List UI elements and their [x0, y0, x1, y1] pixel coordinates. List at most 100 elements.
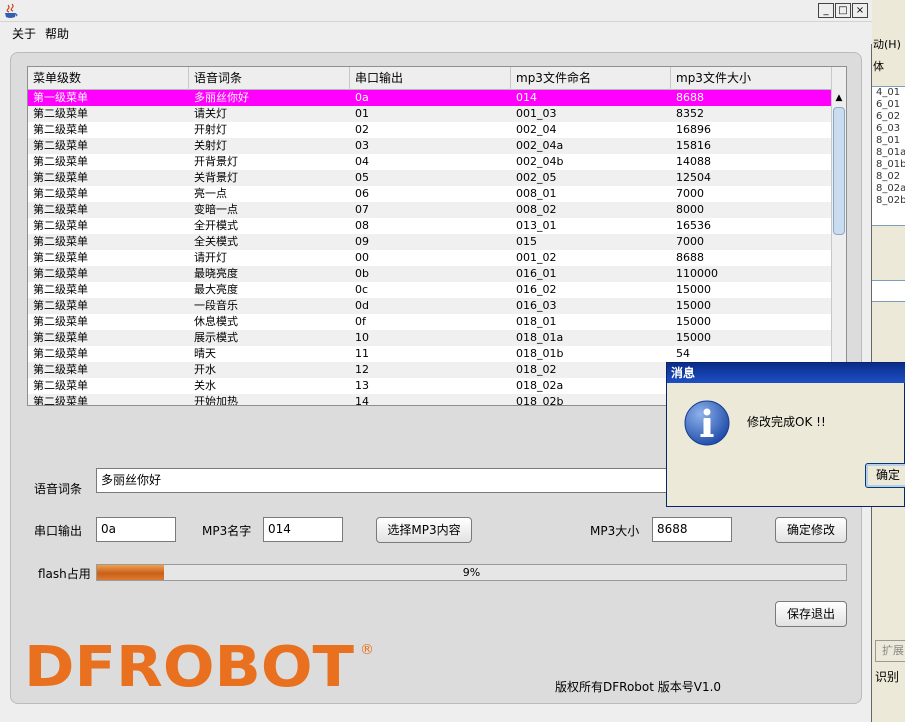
table-row[interactable]: 第二级菜单 开射灯 02 002_04 16896	[28, 122, 832, 138]
confirm-modify-button[interactable]: 确定修改	[775, 517, 847, 543]
table-cell: 8688	[676, 91, 704, 104]
table-cell: 休息模式	[194, 315, 238, 328]
table-cell: 16896	[676, 123, 711, 136]
table-row[interactable]: 第二级菜单 全关模式 09 015 7000	[28, 234, 832, 250]
table-cell: 关背景灯	[194, 171, 238, 184]
column-header[interactable]: 串口输出	[350, 67, 511, 90]
table-cell: 15000	[676, 299, 711, 312]
table-cell: 8352	[676, 107, 704, 120]
table-row[interactable]: 第二级菜单 请开灯 00 001_02 8688	[28, 250, 832, 266]
table-cell: 请关灯	[194, 107, 227, 120]
table-row[interactable]: 第二级菜单 亮一点 06 008_01 7000	[28, 186, 832, 202]
table-cell: 13	[355, 379, 369, 392]
table-cell: 8688	[676, 251, 704, 264]
maximize-button[interactable]: □	[835, 3, 851, 18]
table-cell: 018_01b	[516, 347, 564, 360]
table-cell: 第二级菜单	[33, 107, 88, 120]
background-list-item: 8_01b	[876, 159, 905, 170]
menu-table[interactable]: 菜单级数 语音词条 串口输出 mp3文件命名 mp3文件大小 第一级菜单 多丽丝你好 0a 0…	[27, 66, 847, 406]
table-row[interactable]: 第二级菜单 晴天 11 018_01b 54	[28, 346, 832, 362]
table-cell: 第二级菜单	[33, 315, 88, 328]
table-cell: 014	[516, 91, 537, 104]
table-cell: 016_02	[516, 283, 557, 296]
table-cell: 第二级菜单	[33, 123, 88, 136]
table-cell: 002_04	[516, 123, 557, 136]
table-cell: 第二级菜单	[33, 395, 88, 406]
menu-about[interactable]: 关于	[12, 25, 36, 42]
table-cell: 第二级菜单	[33, 331, 88, 344]
table-row[interactable]: 第二级菜单 关射灯 03 002_04a 15816	[28, 138, 832, 154]
table-cell: 07	[355, 203, 369, 216]
table-row[interactable]: 第二级菜单 全开模式 08 013_01 16536	[28, 218, 832, 234]
column-header[interactable]: mp3文件大小	[671, 67, 832, 90]
table-cell: 002_04b	[516, 155, 564, 168]
table-row[interactable]: 第二级菜单 最大亮度 0c 016_02 15000	[28, 282, 832, 298]
table-row[interactable]: 第二级菜单 变暗一点 07 008_02 8000	[28, 202, 832, 218]
table-row[interactable]: 第二级菜单 关背景灯 05 002_05 12504	[28, 170, 832, 186]
table-cell: 013_01	[516, 219, 557, 232]
table-cell: 多丽丝你好	[194, 91, 249, 104]
table-cell: 第一级菜单	[33, 91, 88, 104]
background-window: 动(H) 体 4_01 6_01 6_02 6_03 8_01 8_01a 8_01b 8_0…	[870, 0, 905, 722]
table-cell: 8000	[676, 203, 704, 216]
close-button[interactable]: ×	[852, 3, 868, 18]
table-cell: 开水	[194, 363, 216, 376]
table-row-selected[interactable]: 第一级菜单 多丽丝你好 0a 014 8688	[28, 90, 832, 106]
table-cell: 第二级菜单	[33, 347, 88, 360]
table-cell: 10	[355, 331, 369, 344]
column-header[interactable]: 菜单级数	[28, 67, 189, 90]
table-cell: 最大亮度	[194, 283, 238, 296]
background-list-item: 8_02a	[876, 183, 905, 194]
table-cell: 03	[355, 139, 369, 152]
background-list-item: 8_01a	[876, 147, 905, 158]
dialog-ok-button[interactable]: 确定	[865, 463, 905, 488]
table-row[interactable]: 第二级菜单 一段音乐 0d 016_03 15000	[28, 298, 832, 314]
mp3-size-label: MP3大小	[590, 524, 640, 538]
minimize-button[interactable]: _	[818, 3, 834, 18]
background-recognize-label: 识别	[875, 670, 900, 684]
table-cell: 关水	[194, 379, 216, 392]
dialog-title: 消息	[667, 363, 905, 383]
table-cell: 01	[355, 107, 369, 120]
flash-usage-progress: 9%	[96, 564, 847, 581]
table-cell: 15000	[676, 331, 711, 344]
logo-text: DFROBOT	[24, 635, 354, 694]
table-row[interactable]: 第二级菜单 最晓亮度 0b 016_01 110000	[28, 266, 832, 282]
column-header[interactable]: mp3文件命名	[511, 67, 671, 90]
dfrobot-logo: DFROBOT ®	[24, 635, 374, 694]
table-cell: 016_03	[516, 299, 557, 312]
table-cell: 12	[355, 363, 369, 376]
mp3-name-input[interactable]: 014	[263, 517, 343, 542]
table-cell: 018_01	[516, 315, 557, 328]
table-row[interactable]: 第二级菜单 开背景灯 04 002_04b 14088	[28, 154, 832, 170]
background-list-item: 6_03	[876, 123, 901, 134]
background-list-item: 8_02b	[876, 195, 905, 206]
mp3-size-input[interactable]: 8688	[652, 517, 732, 542]
table-cell: 第二级菜单	[33, 283, 88, 296]
table-cell: 晴天	[194, 347, 216, 360]
scrollbar-thumb[interactable]	[833, 107, 845, 235]
table-cell: 00	[355, 251, 369, 264]
table-row[interactable]: 第二级菜单 休息模式 0f 018_01 15000	[28, 314, 832, 330]
scroll-up-icon[interactable]: ▲	[832, 91, 846, 105]
table-cell: 002_05	[516, 171, 557, 184]
background-help-menu: 动(H)	[873, 38, 901, 51]
voice-label: 语音词条	[34, 482, 83, 496]
choose-mp3-button[interactable]: 选择MP3内容	[376, 517, 472, 543]
table-cell: 7000	[676, 187, 704, 200]
menu-help[interactable]: 帮助	[45, 25, 69, 42]
column-header[interactable]: 语音词条	[189, 67, 350, 90]
table-cell: 0d	[355, 299, 369, 312]
table-row[interactable]: 第二级菜单 请关灯 01 001_03 8352	[28, 106, 832, 122]
table-cell: 04	[355, 155, 369, 168]
table-cell: 14	[355, 395, 369, 406]
save-exit-button[interactable]: 保存退出	[775, 601, 847, 627]
table-scrollbar[interactable]: ▲	[831, 67, 846, 405]
flash-label: flash占用	[38, 567, 91, 581]
table-cell: 请开灯	[194, 251, 227, 264]
table-cell: 002_04a	[516, 139, 564, 152]
table-cell: 016_01	[516, 267, 557, 280]
serial-input[interactable]: 0a	[96, 517, 176, 542]
table-row[interactable]: 第二级菜单 展示模式 10 018_01a 15000	[28, 330, 832, 346]
table-cell: 第二级菜单	[33, 187, 88, 200]
